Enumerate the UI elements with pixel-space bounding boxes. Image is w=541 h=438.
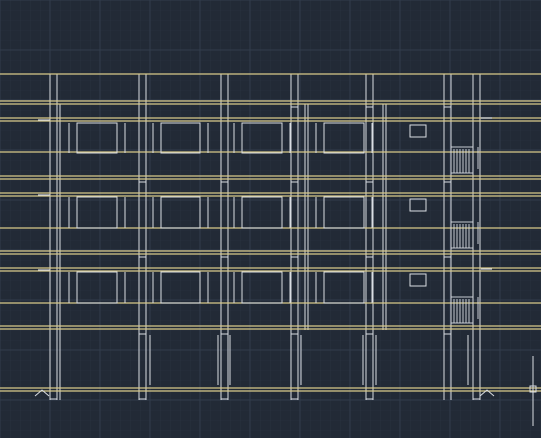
grid-minor bbox=[0, 0, 541, 438]
elevation-drawing bbox=[0, 0, 541, 438]
model-space-viewport[interactable] bbox=[0, 0, 541, 438]
